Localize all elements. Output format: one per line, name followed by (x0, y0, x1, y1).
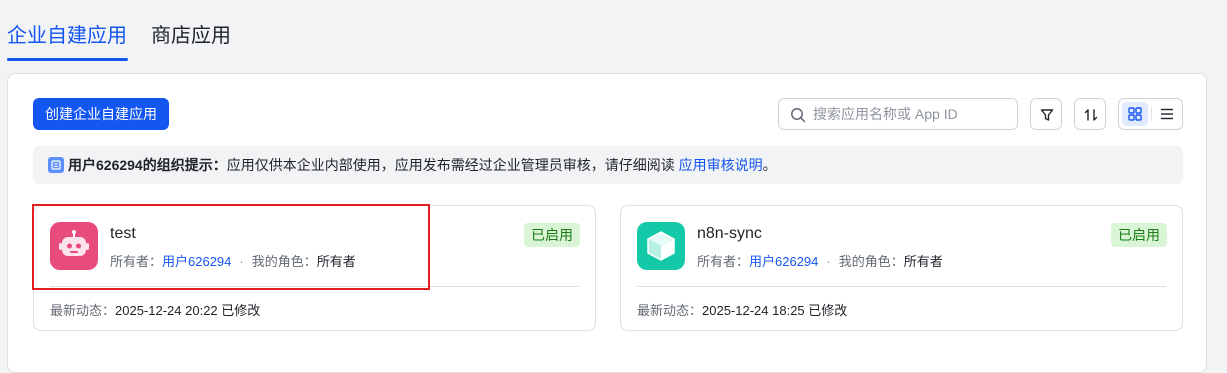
role-value: 所有者 (903, 254, 943, 269)
tab-enterprise-apps[interactable]: 企业自建应用 (7, 22, 127, 50)
role-value: 所有者 (316, 254, 356, 269)
owner-link[interactable]: 用户626294 (162, 254, 231, 269)
list-view-button[interactable] (1154, 102, 1180, 126)
tab-bar: 企业自建应用 商店应用 (0, 0, 1227, 62)
app-meta: 所有者：用户626294 · 我的角色：所有者 (697, 251, 943, 270)
sort-button[interactable] (1074, 98, 1106, 130)
owner-label: 所有者： (110, 254, 163, 269)
cube-icon (637, 222, 685, 270)
notice-title: 用户626294的组织提示： (68, 157, 227, 173)
last-activity-label: 最新动态： (637, 303, 703, 318)
filter-icon (1040, 109, 1054, 121)
search-input[interactable] (813, 99, 1013, 129)
status-badge: 已启用 (524, 223, 580, 247)
active-tab-indicator (7, 58, 128, 61)
app-meta: 所有者：用户626294 · 我的角色：所有者 (110, 251, 356, 270)
notice-body: 应用仅供本企业内部使用，应用发布需经过企业管理员审核，请仔细阅读 (226, 157, 675, 173)
app-name[interactable]: test (110, 225, 136, 243)
owner-link[interactable]: 用户626294 (749, 254, 818, 269)
app-card-test[interactable]: test 所有者：用户626294 · 我的角色：所有者 已启用 最新动态：2025… (33, 205, 596, 331)
grid-view-button[interactable] (1122, 102, 1148, 126)
app-card-n8n-sync[interactable]: n8n-sync 所有者：用户626294 · 我的角色：所有者 已启用 最新动态：… (620, 205, 1183, 331)
last-activity-label: 最新动态： (50, 303, 116, 318)
status-badge: 已启用 (1111, 223, 1167, 247)
card-divider (50, 286, 579, 287)
view-divider (1151, 107, 1152, 121)
meta-separator: · (826, 254, 831, 269)
meta-separator: · (239, 254, 244, 269)
last-activity-value: 2025-12-24 20:22 已修改 (115, 303, 261, 318)
last-activity-value: 2025-12-24 18:25 已修改 (702, 303, 848, 318)
last-activity: 最新动态：2025-12-24 20:22 已修改 (50, 300, 260, 319)
role-label: 我的角色： (251, 254, 317, 269)
view-toggle (1118, 98, 1183, 130)
review-guide-link[interactable]: 应用审核说明 (679, 157, 763, 173)
owner-label: 所有者： (697, 254, 750, 269)
filter-button[interactable] (1030, 98, 1062, 130)
search-icon (791, 108, 806, 123)
grid-icon (1128, 107, 1142, 121)
create-app-button[interactable]: 创建企业自建应用 (33, 98, 169, 130)
last-activity: 最新动态：2025-12-24 18:25 已修改 (637, 300, 847, 319)
notice-end: 。 (762, 157, 777, 173)
tab-store-apps[interactable]: 商店应用 (151, 22, 231, 50)
document-icon (48, 157, 64, 173)
search-box[interactable] (778, 98, 1018, 130)
list-icon (1161, 108, 1173, 120)
org-notice: 用户626294的组织提示：应用仅供本企业内部使用，应用发布需经过企业管理员审核… (33, 146, 1183, 184)
apps-panel: 创建企业自建应用 搜索应用名称或 App ID 用户626294的组织提示：应用… (7, 73, 1207, 373)
role-label: 我的角色： (838, 254, 904, 269)
robot-icon (50, 222, 98, 270)
card-divider (637, 286, 1166, 287)
app-name[interactable]: n8n-sync (697, 225, 762, 243)
sort-icon (1084, 109, 1098, 121)
